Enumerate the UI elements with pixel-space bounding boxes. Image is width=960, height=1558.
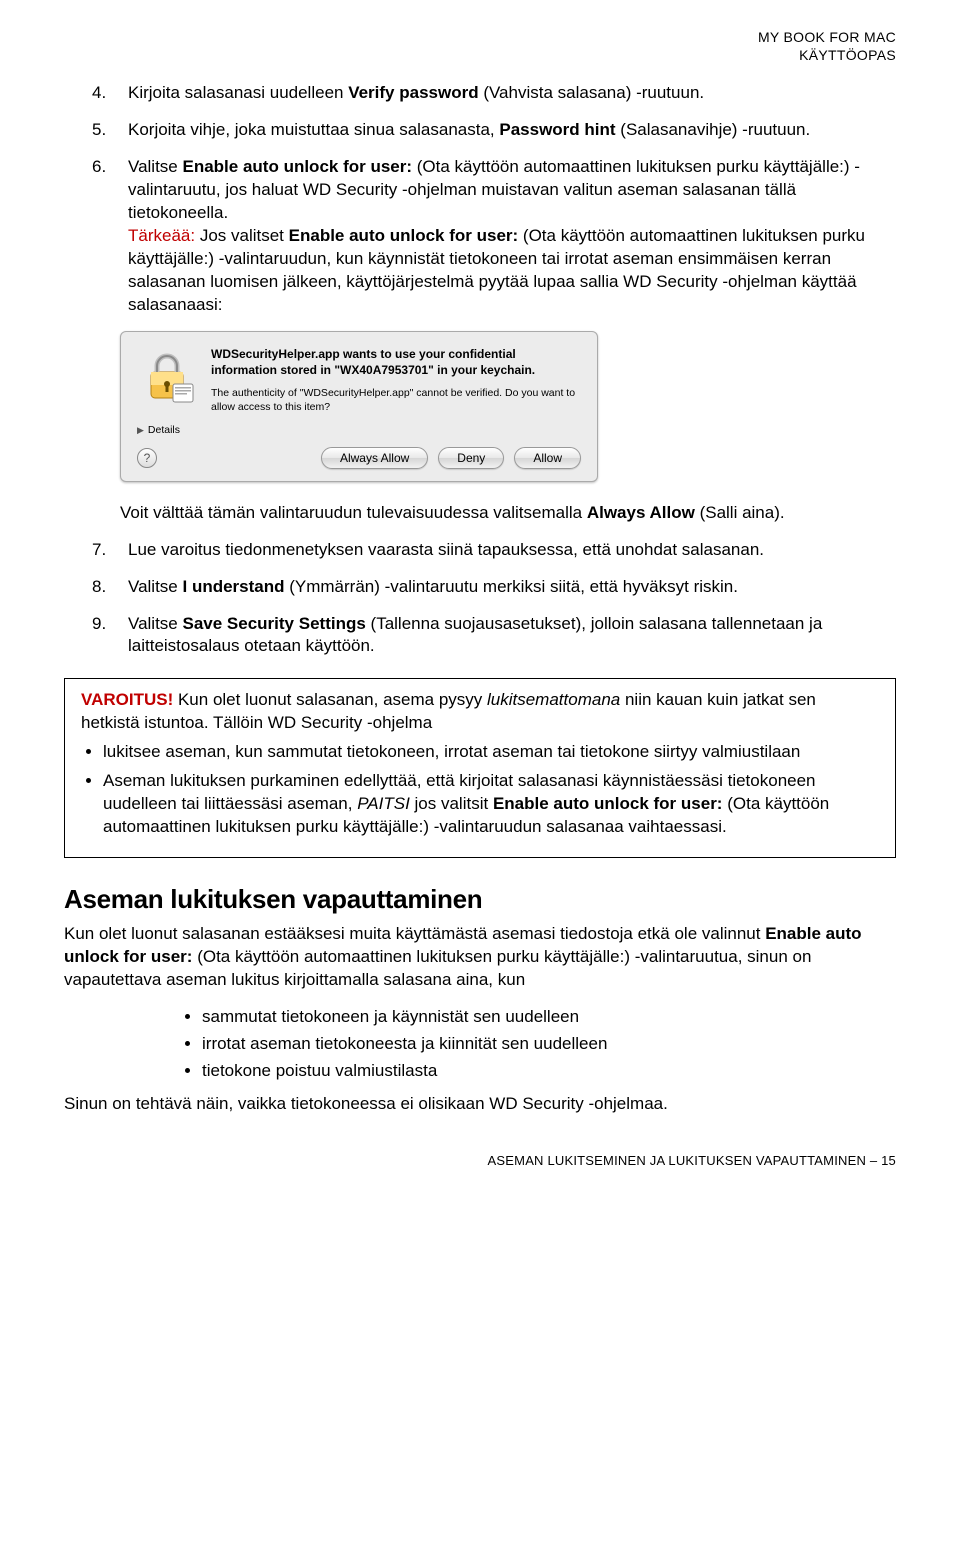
product-name: MY BOOK FOR MAC <box>758 29 896 45</box>
step-7: 7. Lue varoitus tiedonmenetyksen vaarast… <box>64 539 896 562</box>
step-number: 6. <box>92 156 114 317</box>
step-text: Lue varoitus tiedonmenetyksen vaarasta s… <box>128 539 896 562</box>
after-dialog-text: Voit välttää tämän valintaruudun tulevai… <box>64 502 896 525</box>
dialog-subtext: The authenticity of "WDSecurityHelper.ap… <box>211 386 581 414</box>
step-4: 4. Kirjoita salasanasi uudelleen Verify … <box>64 82 896 105</box>
step-number: 9. <box>92 613 114 659</box>
step-number: 5. <box>92 119 114 142</box>
step-number: 4. <box>92 82 114 105</box>
page-header: MY BOOK FOR MAC KÄYTTÖOPAS <box>64 28 896 64</box>
step-text: Korjoita vihje, joka muistuttaa sinua sa… <box>128 119 896 142</box>
section-bullets: sammutat tietokoneen ja käynnistät sen u… <box>64 1006 896 1083</box>
lock-icon <box>137 346 197 406</box>
important-label: Tärkeää: <box>128 226 195 245</box>
bullet-restart: sammutat tietokoneen ja käynnistät sen u… <box>202 1006 896 1029</box>
disclosure-triangle-icon: ▶ <box>137 424 144 436</box>
bullet-wake: tietokone poistuu valmiustilasta <box>202 1060 896 1083</box>
page-number: 15 <box>881 1153 896 1168</box>
always-allow-button[interactable]: Always Allow <box>321 447 428 469</box>
step-text: Valitse Save Security Settings (Tallenna… <box>128 613 896 659</box>
section-closing: Sinun on tehtävä näin, vaikka tietokonee… <box>64 1093 896 1116</box>
step-8: 8. Valitse I understand (Ymmärrän) -vali… <box>64 576 896 599</box>
help-button[interactable]: ? <box>137 448 157 468</box>
bullet-reconnect: irrotat aseman tietokoneesta ja kiinnitä… <box>202 1033 896 1056</box>
keychain-dialog: WDSecurityHelper.app wants to use your c… <box>120 331 598 482</box>
step-number: 8. <box>92 576 114 599</box>
section-heading-unlock: Aseman lukituksen vapauttaminen <box>64 882 896 917</box>
section-paragraph: Kun olet luonut salasanan estääksesi mui… <box>64 923 896 992</box>
dialog-message: WDSecurityHelper.app wants to use your c… <box>211 346 581 378</box>
step-text: Valitse Enable auto unlock for user: (Ot… <box>128 156 896 317</box>
details-toggle[interactable]: ▶ Details <box>137 423 581 437</box>
page-footer: ASEMAN LUKITSEMINEN JA LUKITUKSEN VAPAUT… <box>64 1152 896 1170</box>
warning-bullet-1: lukitsee aseman, kun sammutat tietokonee… <box>103 741 879 764</box>
step-text: Valitse I understand (Ymmärrän) -valinta… <box>128 576 896 599</box>
allow-button[interactable]: Allow <box>514 447 581 469</box>
doc-type: KÄYTTÖOPAS <box>799 47 896 63</box>
warning-bullet-2: Aseman lukituksen purkaminen edellyttää,… <box>103 770 879 839</box>
step-9: 9. Valitse Save Security Settings (Talle… <box>64 613 896 659</box>
step-number: 7. <box>92 539 114 562</box>
deny-button[interactable]: Deny <box>438 447 504 469</box>
step-6: 6. Valitse Enable auto unlock for user: … <box>64 156 896 317</box>
warning-title: VAROITUS! <box>81 690 173 709</box>
details-label: Details <box>148 423 180 437</box>
step-text: Kirjoita salasanasi uudelleen Verify pas… <box>128 82 896 105</box>
warning-box: VAROITUS! Kun olet luonut salasanan, ase… <box>64 678 896 858</box>
step-5: 5. Korjoita vihje, joka muistuttaa sinua… <box>64 119 896 142</box>
